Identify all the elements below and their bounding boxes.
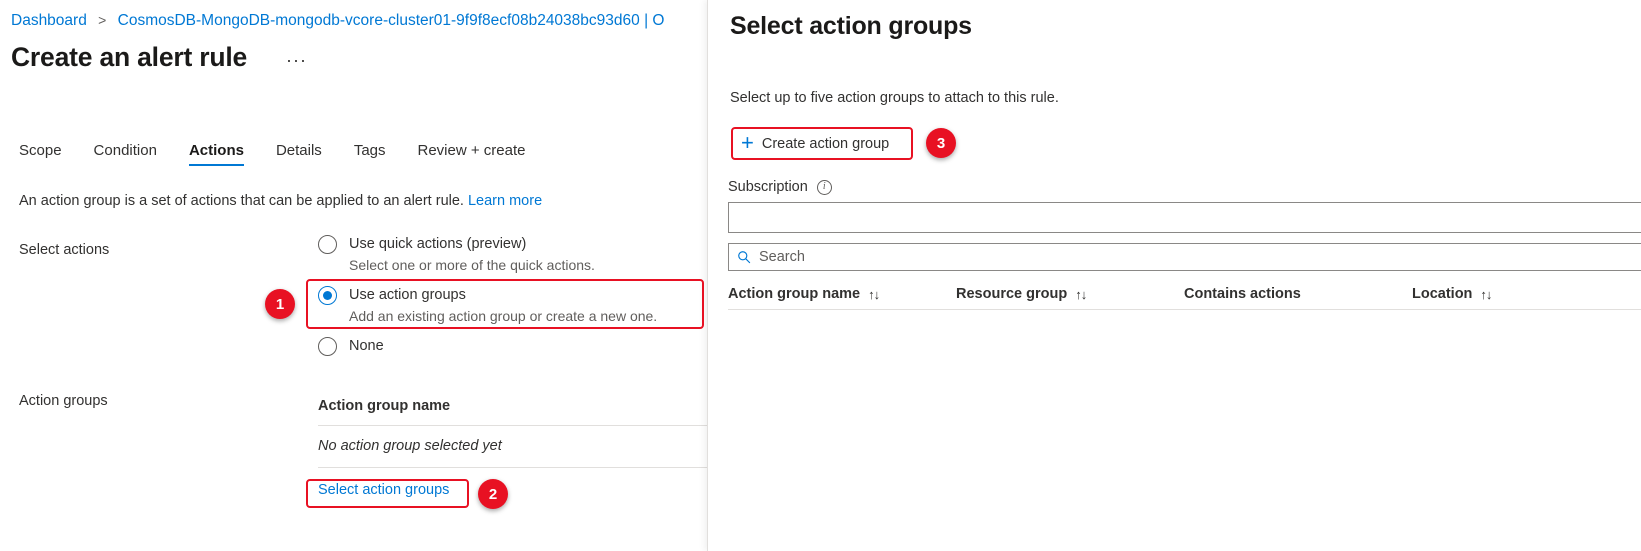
create-action-group-label: Create action group xyxy=(762,136,889,152)
radio-option-none[interactable]: None xyxy=(318,336,384,356)
column-header-resource-group[interactable]: Resource group ↑↓ xyxy=(956,286,1184,302)
sort-arrows-icon: ↑↓ xyxy=(1075,287,1086,302)
table-divider-bottom xyxy=(318,467,707,468)
select-actions-label: Select actions xyxy=(19,242,109,258)
breadcrumb-item-resource[interactable]: CosmosDB-MongoDB-mongodb-vcore-cluster01… xyxy=(118,12,665,29)
column-header-contains-actions-label: Contains actions xyxy=(1184,286,1301,302)
wizard-tabs: Scope Condition Actions Details Tags Rev… xyxy=(19,142,525,172)
radio-quick-actions-subtitle: Select one or more of the quick actions. xyxy=(349,255,595,275)
radio-action-groups-subtitle: Add an existing action group or create a… xyxy=(349,306,657,326)
info-icon[interactable]: i xyxy=(817,180,832,195)
select-action-groups-link[interactable]: Select action groups xyxy=(318,482,449,498)
tab-scope[interactable]: Scope xyxy=(19,142,62,166)
search-input[interactable]: Search xyxy=(728,243,1641,271)
table-header-row: Action group name ↑↓ Resource group ↑↓ C… xyxy=(728,279,1641,309)
search-placeholder: Search xyxy=(759,249,805,265)
tab-review-create[interactable]: Review + create xyxy=(418,142,526,166)
radio-option-use-quick-actions[interactable]: Use quick actions (preview) Select one o… xyxy=(318,234,595,275)
action-groups-list-table: Action group name ↑↓ Resource group ↑↓ C… xyxy=(728,279,1641,550)
plus-icon: + xyxy=(741,132,754,154)
blade-description-text: An action group is a set of actions that… xyxy=(19,193,464,209)
column-header-location[interactable]: Location ↑↓ xyxy=(1412,286,1612,302)
column-header-resource-group-label: Resource group xyxy=(956,286,1067,302)
radio-none-title[interactable]: None xyxy=(349,338,384,354)
radio-none-icon[interactable] xyxy=(318,337,337,356)
azure-portal-screen: Dashboard > CosmosDB-MongoDB-mongodb-vco… xyxy=(0,0,1641,551)
column-header-action-group-name[interactable]: Action group name ↑↓ xyxy=(728,286,956,302)
blade-description: An action group is a set of actions that… xyxy=(19,193,542,209)
create-action-group-button[interactable]: + Create action group xyxy=(735,128,897,159)
radio-action-groups-title[interactable]: Use action groups xyxy=(349,287,466,303)
subscription-label: Subscription xyxy=(728,179,808,195)
breadcrumb-separator-icon: > xyxy=(91,12,113,28)
radio-quick-actions-title[interactable]: Use quick actions (preview) xyxy=(349,236,526,252)
radio-quick-actions-icon[interactable] xyxy=(318,235,337,254)
radio-action-groups-texts: Use action groups Add an existing action… xyxy=(349,285,657,326)
selected-action-groups-table: Action group name No action group select… xyxy=(318,398,707,499)
column-header-action-group-name: Action group name xyxy=(318,398,707,425)
tab-tags[interactable]: Tags xyxy=(354,142,386,166)
radio-quick-actions-texts: Use quick actions (preview) Select one o… xyxy=(349,234,595,275)
create-alert-rule-blade: Dashboard > CosmosDB-MongoDB-mongodb-vco… xyxy=(0,0,707,551)
column-header-action-group-name-label: Action group name xyxy=(728,286,860,302)
search-icon xyxy=(737,250,751,264)
panel-title: Select action groups xyxy=(730,12,972,41)
radio-option-use-action-groups[interactable]: Use action groups Add an existing action… xyxy=(318,285,657,326)
radio-none-texts: None xyxy=(349,336,384,356)
page-title: Create an alert rule xyxy=(11,42,247,73)
tab-actions[interactable]: Actions xyxy=(189,142,244,166)
breadcrumb: Dashboard > CosmosDB-MongoDB-mongodb-vco… xyxy=(11,10,664,31)
radio-action-groups-icon[interactable] xyxy=(318,286,337,305)
learn-more-link[interactable]: Learn more xyxy=(468,193,542,209)
subscription-select[interactable] xyxy=(728,202,1641,233)
action-groups-label: Action groups xyxy=(19,393,108,409)
more-options-icon[interactable]: ··· xyxy=(286,50,307,71)
tab-condition[interactable]: Condition xyxy=(94,142,157,166)
column-header-contains-actions: Contains actions xyxy=(1184,286,1412,302)
tab-details[interactable]: Details xyxy=(276,142,322,166)
subscription-label-row: Subscription i xyxy=(728,179,832,195)
empty-state-text: No action group selected yet xyxy=(318,426,707,467)
sort-arrows-icon: ↑↓ xyxy=(868,287,879,302)
breadcrumb-item-dashboard[interactable]: Dashboard xyxy=(11,12,87,29)
column-header-location-label: Location xyxy=(1412,286,1472,302)
sort-arrows-icon: ↑↓ xyxy=(1480,287,1491,302)
panel-description: Select up to five action groups to attac… xyxy=(730,90,1059,106)
table-body-empty xyxy=(728,310,1641,550)
